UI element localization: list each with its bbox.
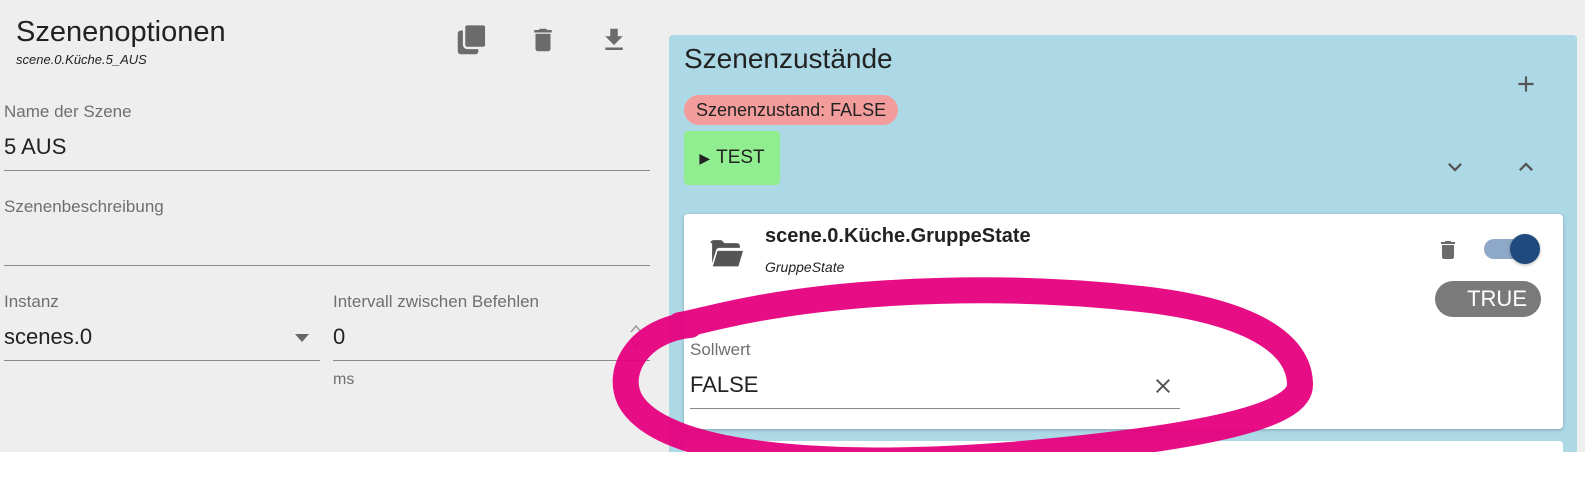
interval-input[interactable]: 0 [333,324,345,350]
copy-icon [457,22,488,55]
add-state-button[interactable] [1508,66,1544,102]
play-icon: ▶ [699,149,711,166]
chevron-down-icon[interactable] [295,334,309,342]
name-underline [4,170,650,171]
plus-icon [1518,76,1534,92]
state-toggle-knob[interactable] [1510,234,1540,264]
interval-unit: ms [333,371,355,388]
collapse-all-button[interactable] [1508,149,1544,185]
value-button[interactable]: TRUE [1435,281,1541,317]
instance-label: Instanz [4,292,59,311]
page-title: Szenenoptionen [16,16,226,48]
interval-label: Intervall zwischen Befehlen [333,292,540,311]
folder-open-icon [710,240,743,267]
setpoint-label: Sollwert [690,340,751,359]
delete-state-button[interactable] [1434,236,1462,264]
chevron-up-icon [1519,162,1533,171]
description-input[interactable] [4,229,650,259]
name-label: Name der Szene [4,102,132,121]
test-label: TEST [716,147,765,168]
states-title: Szenenzustände [684,43,893,74]
test-button[interactable]: ▶ TEST [684,131,780,185]
delete-scene-button[interactable] [523,20,563,60]
clear-setpoint-button[interactable] [1149,372,1177,400]
description-label: Szenenbeschreibung [4,197,164,216]
setpoint-input[interactable]: FALSE [690,372,758,398]
instance-select[interactable]: scenes.0 [4,324,92,350]
instance-underline [4,360,320,361]
interval-underline [333,360,650,361]
expand-all-button[interactable] [1437,149,1473,185]
spinner-icon[interactable] [628,322,644,350]
state-id: scene.0.Küche.GruppeState [765,225,1031,247]
description-underline [4,265,650,266]
close-icon [1156,379,1170,393]
download-icon [605,28,623,50]
trash-icon [534,28,552,52]
download-button[interactable] [594,20,634,60]
scene-id: scene.0.Küche.5_AUS [16,52,147,67]
chevron-down-icon [1448,163,1462,172]
name-input[interactable]: 5 AUS [4,134,66,160]
state-badge: Szenenzustand: FALSE [684,95,899,125]
trash-icon [1441,241,1455,259]
copy-button[interactable] [452,20,492,60]
setpoint-underline [690,408,1180,409]
app-frame: Szenenoptionen scene.0.Küche.5_AUS Name … [0,0,1585,452]
state-name: GruppeState [765,259,845,275]
next-state-card [684,441,1563,452]
